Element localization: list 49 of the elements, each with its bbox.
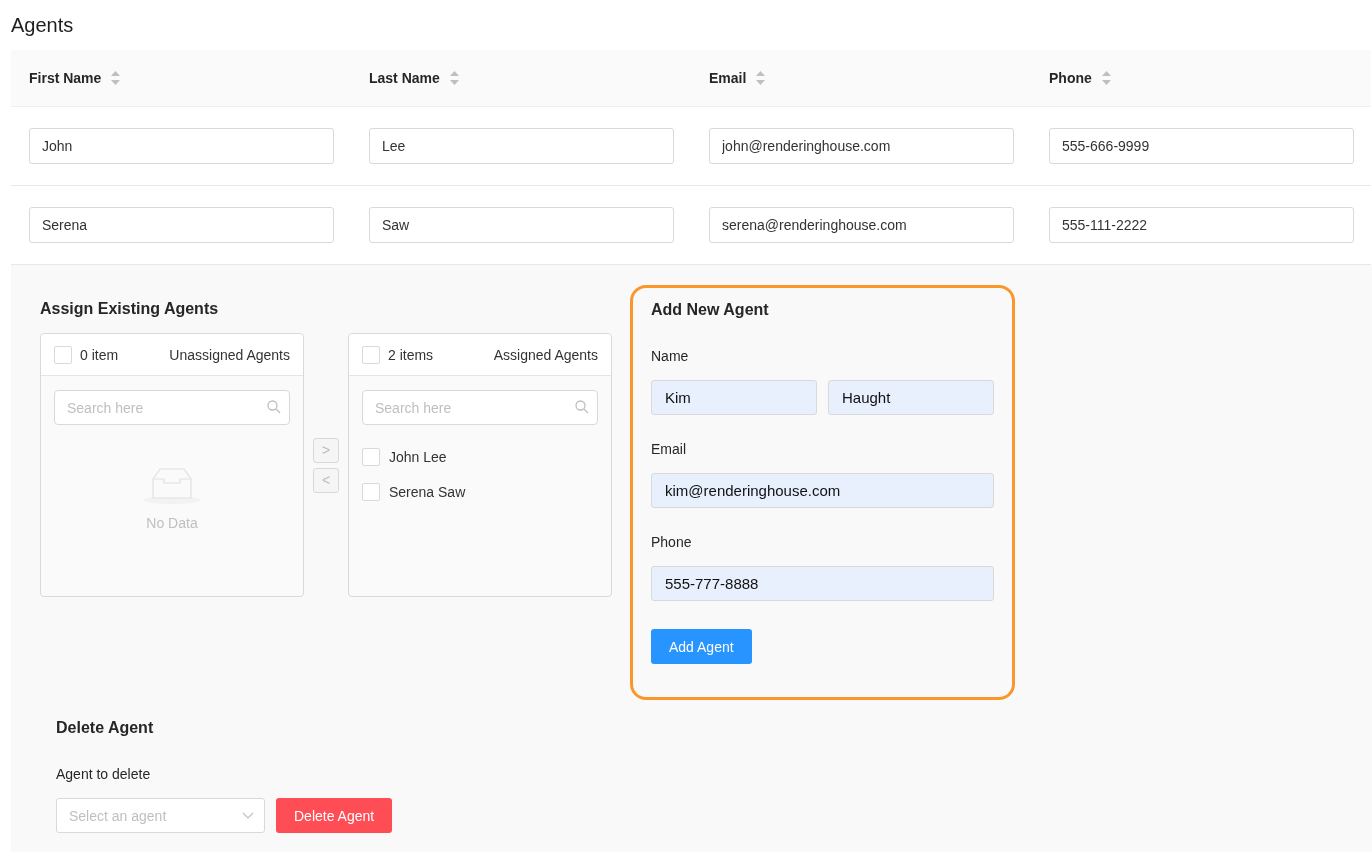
column-label: First Name	[29, 70, 102, 86]
field-label: Phone	[651, 534, 693, 550]
input-field[interactable]: john@renderinghouse.com	[709, 128, 1014, 164]
column-header[interactable]: Last Name	[351, 50, 691, 107]
column-header[interactable]: Phone	[1031, 50, 1371, 107]
input-field[interactable]: kim@renderinghouse.com	[651, 473, 994, 508]
empty-text: No Data	[146, 515, 198, 531]
chevron-down-icon	[242, 811, 254, 820]
input-field[interactable]: serena@renderinghouse.com	[709, 207, 1014, 243]
page-title: Agents	[11, 12, 75, 38]
field-label: Email	[651, 441, 687, 457]
field-label: Agent to delete	[56, 766, 152, 782]
item-count: 2 items	[388, 346, 435, 363]
checkbox[interactable]	[362, 482, 380, 501]
search-icon	[267, 400, 281, 414]
section-title: Assign Existing Agents	[40, 299, 220, 319]
input-field[interactable]: 555-777-8888	[651, 566, 994, 601]
sort-icon[interactable]	[449, 71, 459, 85]
list-item-label[interactable]: John Lee	[389, 448, 447, 465]
search-field[interactable]: Search here	[362, 390, 598, 425]
input-field[interactable]: Serena	[29, 207, 334, 243]
sort-icon[interactable]	[111, 71, 121, 85]
input-field[interactable]: Saw	[369, 207, 674, 243]
sort-icon[interactable]	[1101, 71, 1111, 85]
item-count: 0 item	[80, 346, 120, 363]
input-field[interactable]: 555-111-2222	[1049, 207, 1354, 243]
checkbox[interactable]	[54, 345, 72, 364]
column-label: Phone	[1049, 70, 1092, 86]
list-item-label[interactable]: Serena Saw	[389, 483, 466, 500]
checkbox[interactable]	[362, 345, 380, 364]
section-title: Delete Agent	[56, 718, 155, 738]
checkbox[interactable]	[362, 447, 380, 466]
input-field[interactable]: Haught	[828, 380, 994, 415]
search-field[interactable]: Search here	[54, 390, 290, 425]
input-field[interactable]: 555-666-9999	[1049, 128, 1354, 164]
column-label: Last Name	[369, 70, 440, 86]
column-header[interactable]: Email	[691, 50, 1031, 107]
list-title: Assigned Agents	[493, 346, 598, 363]
card-title: Add New Agent	[651, 300, 770, 320]
empty-inbox-icon	[142, 465, 202, 505]
input-field[interactable]: Lee	[369, 128, 674, 164]
sort-icon[interactable]	[756, 71, 766, 85]
column-header[interactable]: First Name	[11, 50, 351, 107]
input-field[interactable]: John	[29, 128, 334, 164]
list-title: Unassigned Agents	[169, 346, 290, 363]
search-icon	[575, 400, 589, 414]
input-field[interactable]: Kim	[651, 380, 817, 415]
field-label: Name	[651, 348, 690, 364]
column-label: Email	[709, 70, 747, 86]
